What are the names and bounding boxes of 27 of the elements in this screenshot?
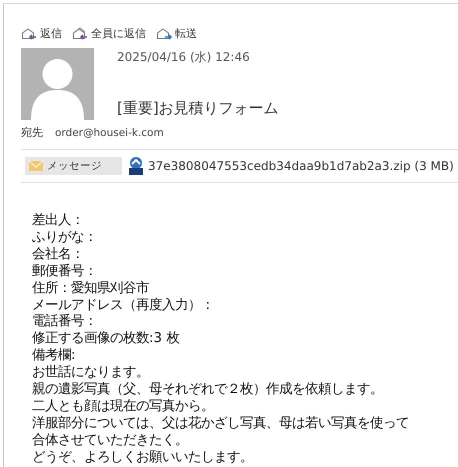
envelope-icon	[29, 161, 43, 171]
toolbar-button[interactable]: 返信	[21, 26, 62, 40]
body-text-line: 合体させていただきたく。	[32, 432, 189, 450]
attachment-tab[interactable]: メッセージ	[25, 157, 122, 175]
body-text-line: 郵便番号：	[32, 264, 98, 280]
avatar-icon	[21, 48, 94, 120]
body-text-line: メールアドレス（再度入力）：	[32, 298, 215, 314]
body-text-line: 差出人：	[32, 213, 85, 230]
recipient-address: order@housei-k.com	[55, 126, 164, 138]
body-text-line: 備考欄:	[32, 348, 77, 364]
body-text-line: 電話番号：	[32, 314, 98, 331]
sent-date: 2025/04/16 (水) 12:46	[117, 49, 251, 66]
body-text-line: 洋服部分については、父は花かざし写真、母は若い写真を使って	[32, 416, 410, 433]
toolbar-button[interactable]: 転送	[156, 26, 197, 40]
attachment-tab[interactable]: 37e3808047553cedb34daa9b1d7ab2a3.zip (3 MB)	[128, 155, 454, 177]
recipient-label: 宛先	[21, 125, 43, 140]
body-text-line: 会社名：	[32, 246, 85, 264]
email-subject: [重要]お見積りフォーム	[117, 99, 279, 118]
body-text-line: どうぞ、よろしくお願いいたします。	[32, 450, 254, 467]
body-text-line: 住所：愛知県刈谷市	[32, 280, 150, 298]
body-text-line: お世話になります。	[32, 365, 150, 382]
zip-file-icon	[128, 157, 144, 175]
toolbar-button[interactable]: 全員に返信	[72, 26, 146, 40]
body-text-line: 二人とも顔は現在の写真から。	[32, 398, 215, 416]
body-text-line: 親の遺影写真（父、母それぞれで２枚）作成を依頼します。	[32, 382, 384, 398]
body-text-line: ふりがな：	[32, 230, 98, 246]
body-text-line: 修正する画像の枚数:3 枚	[32, 331, 180, 348]
